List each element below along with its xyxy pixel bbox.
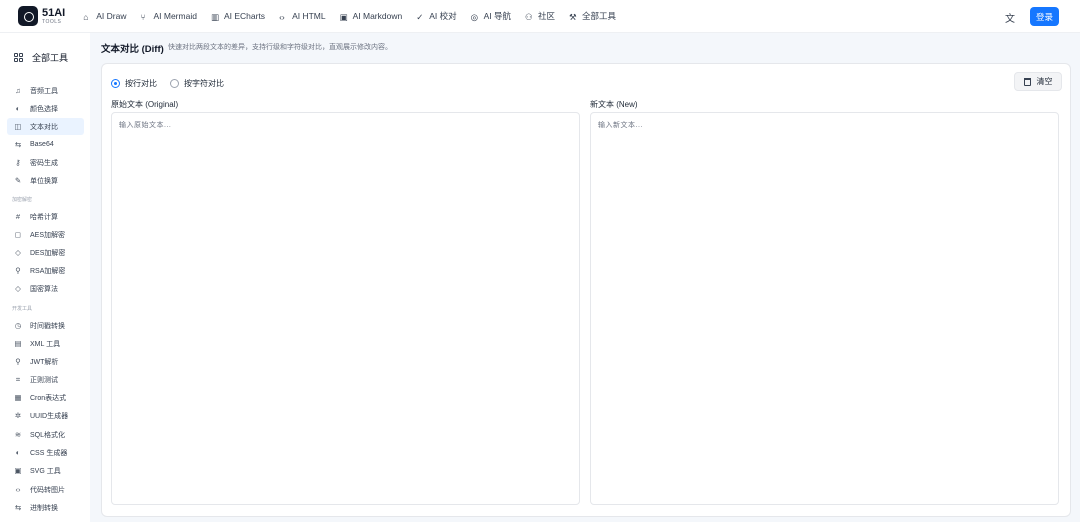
login-button[interactable]: 登录	[1030, 7, 1059, 26]
logo-icon	[18, 6, 38, 26]
brand-name: 51AI	[42, 6, 66, 19]
page-title: 文本对比 (Diff)	[101, 44, 164, 55]
sidebar-item-timestamp[interactable]: ◷ 时间戳转换	[7, 317, 84, 334]
code-icon: ‹›	[279, 11, 285, 22]
sidebar-item-units[interactable]: ✎ 单位换算	[7, 172, 84, 189]
clear-button[interactable]: 清空	[1014, 72, 1062, 91]
nav-ai-echarts[interactable]: ▥ AI ECharts	[210, 11, 265, 22]
brand-sub: TOOLS	[42, 18, 62, 25]
database-icon: ≋	[14, 430, 22, 439]
sidebar-item-uuid[interactable]: ✲ UUID生成器	[7, 407, 84, 424]
sidebar-item-sm[interactable]: ◇ 国密算法	[7, 280, 84, 297]
nav-ai-markdown[interactable]: ▣ AI Markdown	[339, 11, 403, 22]
diff-card: 按行对比 按字符对比 清空 原始文本 (Original) 新文本 (New)	[101, 63, 1071, 517]
users-icon: ⚇	[525, 11, 533, 22]
sidebar-all-tools[interactable]: 全部工具	[14, 51, 68, 64]
translate-icon[interactable]: 文	[1005, 10, 1017, 25]
compass-icon: ◎	[470, 11, 479, 22]
sidebar-item-radix[interactable]: ⇆ 进制转换	[7, 499, 84, 516]
music-icon: ♫	[15, 86, 21, 95]
nav-ai-draw[interactable]: ⌂ AI Draw	[83, 11, 126, 22]
sidebar-item-des[interactable]: ◇ DES加解密	[7, 244, 84, 261]
calendar-icon: ▦	[14, 393, 22, 402]
radio-icon	[170, 79, 179, 88]
original-label: 原始文本 (Original)	[111, 100, 179, 109]
branch-icon: ⑂	[140, 11, 146, 22]
sidebar-item-svg[interactable]: ▣ SVG 工具	[7, 462, 84, 479]
lock-icon: ◻	[14, 230, 22, 239]
nav-community[interactable]: ⚇ 社区	[525, 10, 555, 22]
swap-icon: ⇆	[14, 140, 22, 149]
sidebar-group-dev: 开发工具	[12, 306, 33, 312]
sidebar-item-code-image[interactable]: ‹› 代码转图片	[7, 481, 84, 498]
sidebar-item-sql[interactable]: ≋ SQL格式化	[7, 426, 84, 443]
radio-icon	[111, 79, 120, 88]
sidebar-item-hash[interactable]: # 哈希计算	[7, 208, 84, 225]
sidebar-item-aes[interactable]: ◻ AES加解密	[7, 226, 84, 243]
original-text-input[interactable]	[111, 112, 580, 505]
palette-icon: ◐	[15, 448, 21, 457]
sidebar-item-password[interactable]: ⚷ 密码生成	[7, 154, 84, 171]
fingerprint-icon: ✲	[14, 411, 22, 420]
nav-menu: ⌂ AI Draw ⑂ AI Mermaid ▥ AI ECharts ‹› AI HT…	[83, 10, 630, 22]
sidebar-item-xml[interactable]: ▤ XML 工具	[7, 335, 84, 352]
grid-icon	[14, 53, 23, 62]
brush-icon: ⌂	[83, 11, 89, 22]
shield-icon: ◇	[15, 248, 21, 257]
key-icon: ⚷	[15, 158, 21, 167]
check-circle-icon: ✓	[416, 11, 424, 22]
bar-chart-icon: ▥	[210, 11, 219, 22]
nav-ai-proofread[interactable]: ✓ AI 校对	[416, 10, 456, 22]
main-content: 文本对比 (Diff) 快速对比两段文本的差异，支持行级和字符级对比，直观展示修…	[90, 33, 1080, 522]
sidebar: 全部工具 ♫ 音频工具 ◐ 颜色选择 ◫ 文本对比 ⇆ Base64 ⚷ 密码生成 ✎ 单位…	[0, 33, 90, 522]
nav-all-tools[interactable]: ⚒ 全部工具	[569, 10, 616, 22]
trash-icon	[1023, 77, 1031, 86]
sidebar-item-css[interactable]: ◐ CSS 生成器	[7, 444, 84, 461]
sidebar-item-regex[interactable]: ⌗ 正则测试	[7, 371, 84, 388]
sidebar-item-audio[interactable]: ♫ 音频工具	[7, 82, 84, 99]
scan-icon: ⌗	[15, 374, 21, 384]
key-icon: ⚲	[15, 357, 21, 366]
sidebar-item-rsa[interactable]: ⚲ RSA加解密	[7, 262, 84, 279]
sidebar-group-crypto: 加密解密	[12, 197, 33, 203]
swap-icon: ⇆	[14, 503, 22, 512]
top-navigation: 51AI TOOLS ⌂ AI Draw ⑂ AI Mermaid ▥ AI ECha…	[0, 0, 1080, 33]
nav-ai-navigation[interactable]: ◎ AI 导航	[471, 10, 511, 22]
nav-ai-html[interactable]: ‹› AI HTML	[279, 11, 326, 22]
new-label: 新文本 (New)	[590, 100, 638, 109]
sidebar-item-jwt[interactable]: ⚲ JWT解析	[7, 353, 84, 370]
file-icon: ▤	[14, 339, 22, 348]
image-icon: ▣	[339, 11, 348, 22]
columns-icon: ◫	[14, 122, 22, 131]
ruler-icon: ✎	[14, 176, 22, 185]
clock-icon: ◷	[14, 321, 22, 330]
nav-ai-mermaid[interactable]: ⑂ AI Mermaid	[140, 11, 196, 22]
sidebar-item-diff[interactable]: ◫ 文本对比	[7, 118, 84, 135]
sidebar-item-cron[interactable]: ▦ Cron表达式	[7, 389, 84, 406]
hash-icon: #	[15, 212, 21, 221]
page-description: 快速对比两段文本的差异，支持行级和字符级对比，直观展示修改内容。	[168, 44, 392, 51]
key-icon: ⚲	[15, 266, 21, 275]
logo[interactable]: 51AI TOOLS	[18, 6, 65, 26]
sidebar-item-color[interactable]: ◐ 颜色选择	[7, 100, 84, 117]
sidebar-item-base64[interactable]: ⇆ Base64	[7, 136, 84, 153]
shield-icon: ◇	[15, 284, 21, 293]
mode-line-radio[interactable]: 按行对比	[111, 78, 157, 89]
image-icon: ▣	[14, 466, 22, 475]
new-text-input[interactable]	[590, 112, 1059, 505]
wrench-icon: ⚒	[569, 11, 577, 22]
mode-char-radio[interactable]: 按字符对比	[170, 78, 224, 89]
palette-icon: ◐	[15, 104, 21, 113]
code-icon: ‹›	[15, 485, 21, 494]
